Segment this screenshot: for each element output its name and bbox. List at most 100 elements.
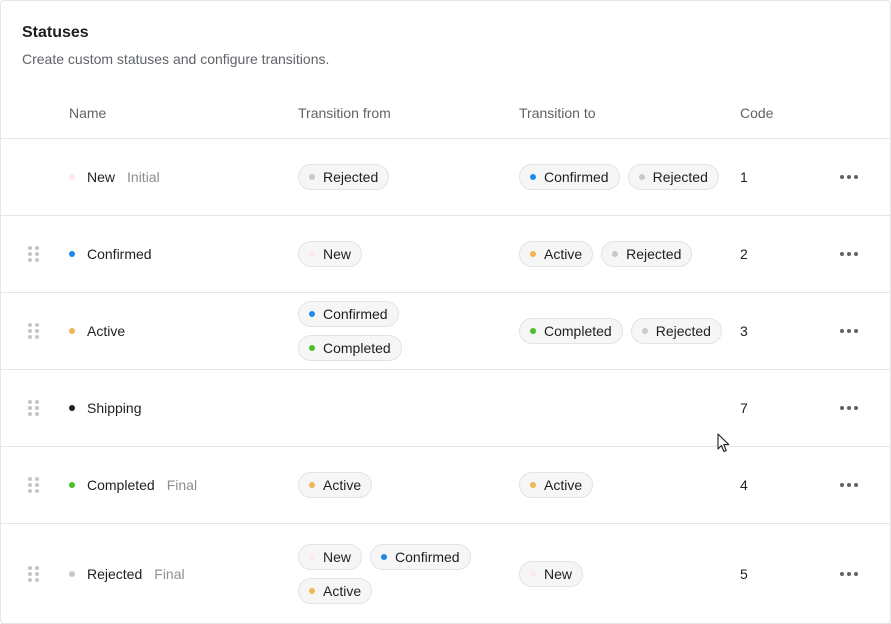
- transition-to-cell: Active Rejected: [519, 216, 729, 292]
- chip-color-dot: [309, 553, 315, 560]
- chip-label: Confirmed: [323, 306, 388, 322]
- chip-color-dot: [309, 482, 315, 488]
- more-options-button[interactable]: [831, 293, 867, 369]
- column-header-transition-from: Transition from: [298, 105, 391, 121]
- drag-handle-icon[interactable]: [28, 447, 39, 523]
- transition-chip-active[interactable]: Active: [298, 472, 373, 498]
- chip-color-dot: [612, 251, 619, 257]
- status-name-cell: Active: [69, 293, 125, 369]
- chip-label: Completed: [323, 340, 391, 356]
- transition-chip-rejected[interactable]: Rejected: [630, 318, 722, 344]
- status-name: Completed: [87, 477, 155, 493]
- more-options-button[interactable]: [831, 216, 867, 292]
- transition-to-cell: [519, 370, 729, 446]
- status-code: 2: [740, 246, 748, 262]
- transition-from-cell: Rejected: [298, 139, 498, 215]
- chip-label: Completed: [544, 323, 612, 339]
- transition-chip-active[interactable]: Active: [519, 241, 594, 267]
- chip-label: New: [323, 246, 352, 262]
- chip-color-dot: [309, 587, 315, 594]
- transition-from-cell: New Confirmed Active: [298, 524, 498, 623]
- more-options-button[interactable]: [831, 139, 867, 215]
- column-header-name: Name: [69, 105, 107, 121]
- status-tag: Final: [154, 565, 185, 582]
- status-color-dot: [69, 328, 75, 334]
- table-row[interactable]: Confirmed New Active Rejected 2: [1, 216, 891, 293]
- status-name: Shipping: [87, 400, 142, 416]
- more-options-button[interactable]: [831, 524, 867, 623]
- status-name-cell: Shipping: [69, 370, 142, 446]
- chip-label: Rejected: [652, 169, 708, 185]
- drag-handle-icon[interactable]: [28, 370, 39, 446]
- status-name: New: [87, 169, 116, 185]
- status-tag: Final: [166, 477, 198, 493]
- transition-chip-active[interactable]: Active: [298, 577, 373, 604]
- status-name-cell: Rejected Final: [69, 524, 185, 623]
- table-row[interactable]: Completed Final Active Active 4: [1, 447, 891, 524]
- column-header-transition-to: Transition to: [519, 105, 596, 121]
- mouse-pointer-icon: [717, 433, 730, 453]
- more-horizontal-icon: [839, 175, 860, 179]
- chip-label: Confirmed: [544, 169, 609, 185]
- chip-color-dot: [309, 174, 315, 180]
- transition-chip-new[interactable]: New: [519, 560, 584, 587]
- chip-label: Rejected: [323, 169, 379, 185]
- chip-color-dot: [530, 482, 536, 488]
- status-name: Active: [87, 323, 126, 339]
- chip-label: Confirmed: [395, 548, 460, 565]
- transition-to-cell: Active: [519, 447, 729, 523]
- transition-chip-rejected[interactable]: Rejected: [298, 164, 390, 190]
- status-name-cell: Completed Final: [69, 447, 197, 523]
- transition-chip-rejected[interactable]: Rejected: [627, 164, 719, 190]
- chip-label: Active: [323, 582, 362, 599]
- status-name-cell: New Initial: [69, 139, 160, 215]
- chip-color-dot: [530, 174, 536, 180]
- chip-label: Rejected: [626, 246, 682, 262]
- transition-chip-confirmed[interactable]: Confirmed: [298, 301, 399, 327]
- status-code: 3: [740, 323, 748, 339]
- drag-handle-icon[interactable]: [28, 524, 39, 623]
- more-options-button[interactable]: [831, 447, 867, 523]
- table-row[interactable]: Active Confirmed Completed Completed Rejecte…: [1, 293, 891, 370]
- drag-handle-icon[interactable]: [28, 293, 39, 369]
- chip-label: Active: [544, 477, 583, 493]
- status-code: 4: [740, 477, 748, 493]
- more-options-button[interactable]: [831, 370, 867, 446]
- table-row[interactable]: Rejected Final New Confirmed Active New 5: [1, 524, 891, 624]
- status-color-dot: [69, 570, 75, 577]
- transition-chip-completed[interactable]: Completed: [519, 318, 623, 344]
- transition-from-cell: Active: [298, 447, 498, 523]
- status-name: Rejected: [87, 565, 143, 582]
- table-row[interactable]: New Initial Rejected Confirmed Rejected 1: [1, 139, 891, 216]
- chip-color-dot: [309, 251, 315, 257]
- status-color-dot: [69, 174, 75, 180]
- more-horizontal-icon: [839, 329, 860, 333]
- status-name: Confirmed: [87, 246, 152, 262]
- transition-chip-confirmed[interactable]: Confirmed: [519, 164, 620, 190]
- transition-chip-confirmed[interactable]: Confirmed: [370, 543, 471, 570]
- transition-chip-new[interactable]: New: [298, 543, 363, 570]
- drag-handle-icon[interactable]: [28, 216, 39, 292]
- status-tag: Initial: [127, 169, 160, 185]
- page-title: Statuses: [22, 24, 89, 41]
- table-header: Name Transition from Transition to Code: [1, 89, 891, 139]
- transition-to-cell: Completed Rejected: [519, 293, 729, 369]
- status-code: 5: [740, 565, 748, 582]
- status-code: 1: [740, 169, 748, 185]
- transition-chip-completed[interactable]: Completed: [298, 335, 402, 361]
- transition-chip-active[interactable]: Active: [519, 472, 594, 498]
- more-horizontal-icon: [839, 571, 860, 576]
- chip-color-dot: [638, 174, 645, 180]
- transition-chip-new[interactable]: New: [298, 241, 363, 267]
- chip-color-dot: [641, 328, 648, 334]
- chip-label: Rejected: [655, 323, 711, 339]
- chip-color-dot: [530, 251, 536, 257]
- more-horizontal-icon: [839, 483, 860, 487]
- more-horizontal-icon: [839, 406, 860, 410]
- chip-label: New: [544, 565, 573, 582]
- transition-chip-rejected[interactable]: Rejected: [601, 241, 693, 267]
- page-subtitle: Create custom statuses and configure tra…: [22, 51, 330, 67]
- table-row[interactable]: Shipping 7: [1, 370, 891, 447]
- transition-from-cell: New: [298, 216, 498, 292]
- status-code: 7: [740, 400, 748, 416]
